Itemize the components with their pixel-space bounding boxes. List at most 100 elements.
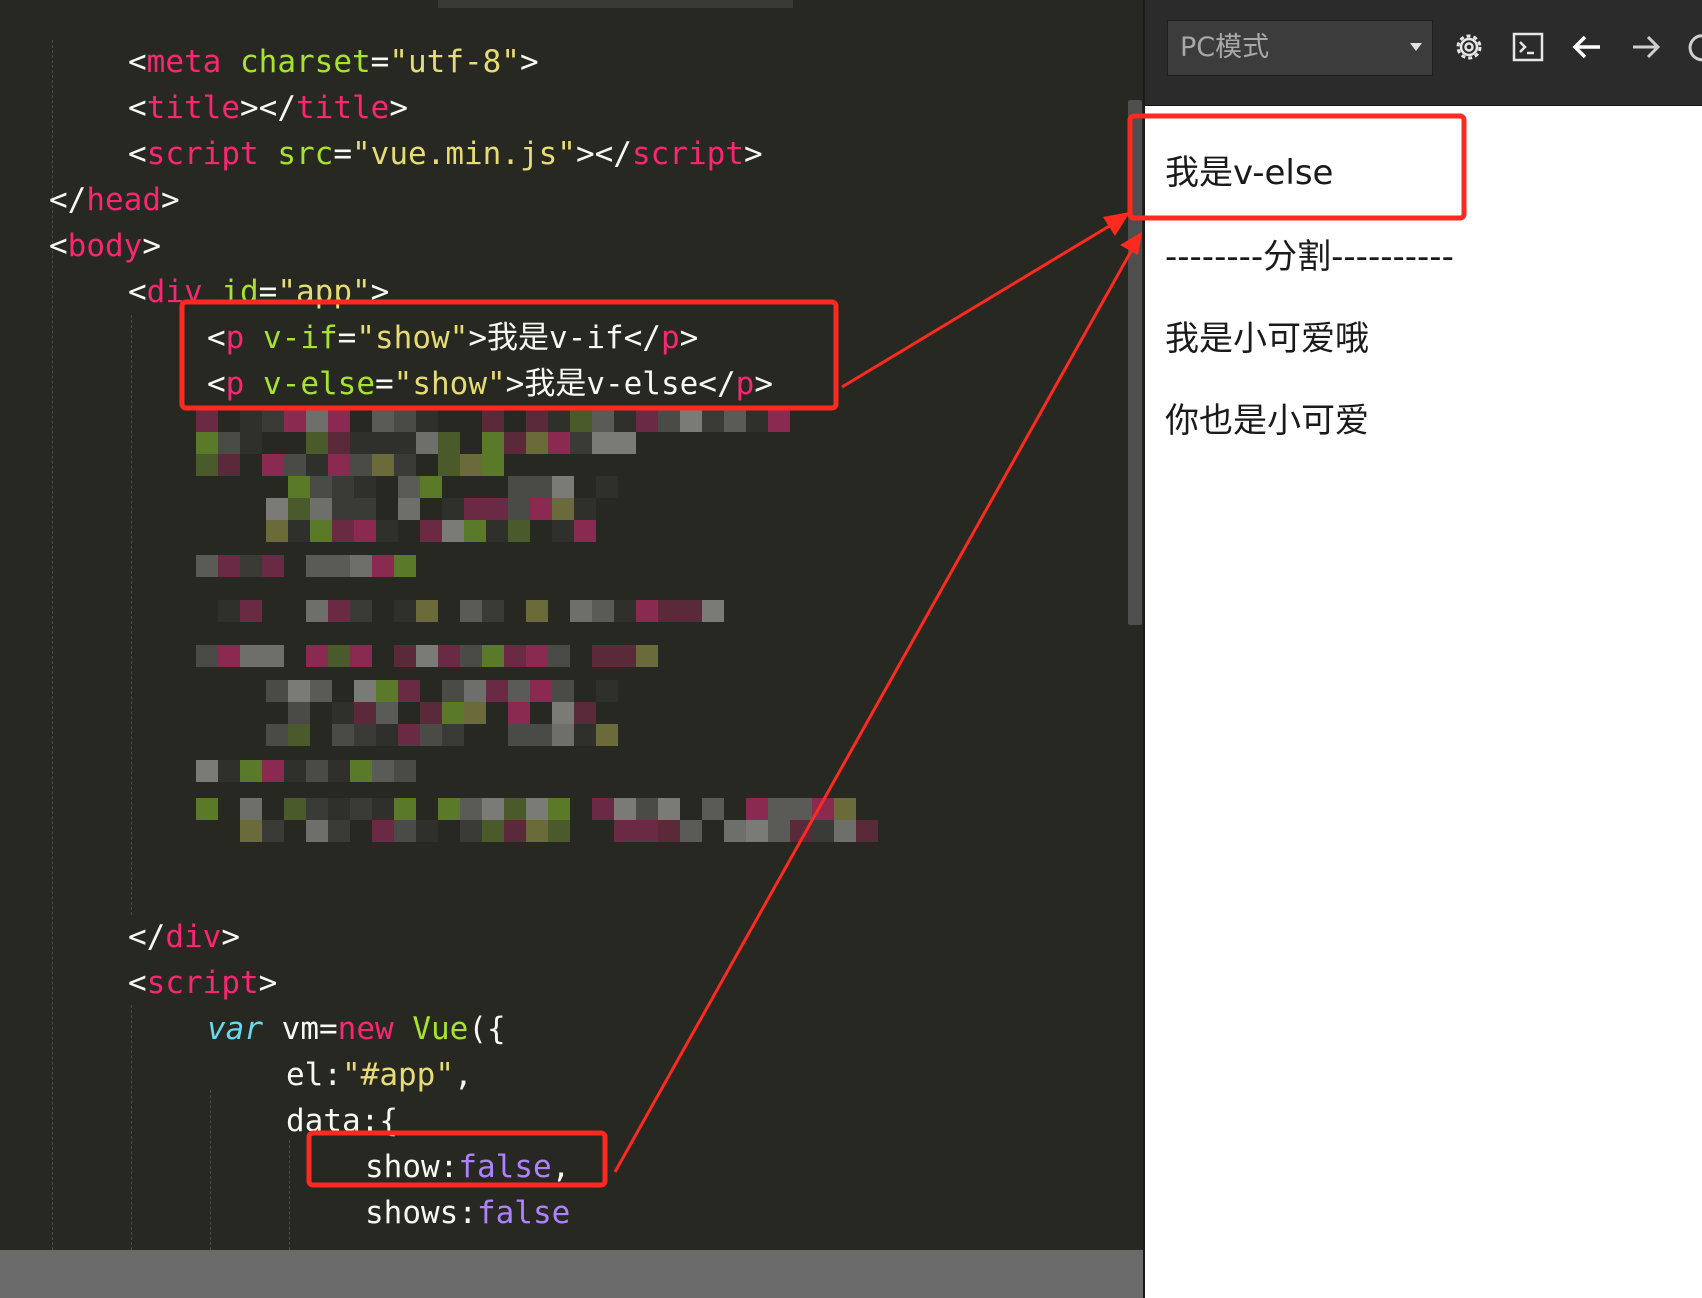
code-token: = — [337, 320, 357, 356]
code-line[interactable]: data:{ — [286, 1099, 398, 1143]
code-token: title — [146, 90, 240, 126]
redaction-pixel — [746, 410, 768, 432]
redaction-pixel — [394, 645, 416, 667]
indent-guide — [210, 1090, 211, 1250]
redaction-pixel — [482, 600, 504, 622]
code-editor[interactable]: <meta charset="utf-8"> <title></title> <… — [0, 0, 1143, 1250]
redaction-pixel — [460, 820, 482, 842]
code-line[interactable]: el:"#app", — [286, 1053, 473, 1097]
redaction-pixel — [288, 476, 310, 498]
redaction-pixel — [218, 645, 240, 667]
indent-guide — [289, 1140, 290, 1250]
code-token: = — [258, 274, 278, 310]
code-token: </ — [49, 182, 87, 218]
redaction-pixel — [636, 410, 658, 432]
redaction-pixel — [262, 820, 284, 842]
code-line[interactable]: </div> — [128, 915, 240, 959]
redaction-pixel — [328, 760, 350, 782]
redaction-pixel — [834, 820, 856, 842]
code-token: = — [370, 44, 390, 80]
redaction-pixel — [526, 798, 548, 820]
redaction-pixel — [592, 798, 614, 820]
redaction-pixel — [504, 432, 526, 454]
code-line[interactable]: <body> — [49, 224, 161, 268]
redaction-pixel — [288, 498, 310, 520]
redaction-pixel — [548, 645, 570, 667]
redaction-pixel — [442, 680, 464, 702]
code-token: < — [128, 274, 147, 310]
code-line[interactable]: <script src="vue.min.js"></script> — [128, 132, 763, 176]
redaction-pixel — [398, 724, 420, 746]
code-line[interactable]: <title></title> — [128, 86, 408, 130]
redaction-pixel — [284, 454, 306, 476]
editor-tab-strip[interactable] — [438, 0, 793, 8]
redaction-pixel — [464, 680, 486, 702]
redaction-pixel — [724, 820, 746, 842]
redaction-pixel — [350, 798, 372, 820]
refresh-icon[interactable] — [1685, 30, 1702, 64]
redaction-pixel — [574, 702, 596, 724]
editor-scrollbar[interactable] — [1128, 100, 1142, 625]
redaction-pixel — [372, 454, 394, 476]
code-token: p — [660, 320, 680, 356]
redaction-pixel — [306, 645, 328, 667]
code-token: id — [221, 274, 259, 310]
code-line[interactable]: var vm=new Vue({ — [207, 1007, 506, 1051]
indent-guide — [131, 1005, 132, 1250]
redaction-pixel — [636, 820, 658, 842]
redaction-pixel — [306, 454, 328, 476]
code-line[interactable]: <p v-if="show">我是v-if</p> — [207, 316, 698, 360]
redaction-pixel — [332, 702, 354, 724]
code-token: body — [67, 228, 143, 264]
code-token: < — [128, 136, 147, 172]
redaction-pixel — [420, 724, 442, 746]
code-line[interactable]: show:false, — [365, 1145, 570, 1189]
arrow-right-icon[interactable] — [1629, 30, 1663, 64]
code-token: > — [258, 965, 278, 1001]
redaction-pixel — [680, 410, 702, 432]
preview-toolbar: PC模式 — [1145, 0, 1702, 106]
redaction-pixel — [372, 820, 394, 842]
redaction-pixel — [680, 600, 702, 622]
redaction-pixel — [332, 476, 354, 498]
redaction-pixel — [460, 454, 482, 476]
terminal-icon[interactable] — [1511, 30, 1545, 64]
redaction-pixel — [240, 432, 262, 454]
code-token: meta — [146, 44, 222, 80]
redaction-pixel — [420, 476, 442, 498]
code-token: < — [207, 320, 226, 356]
redaction-pixel — [702, 600, 724, 622]
code-token: script — [146, 136, 259, 172]
redaction-pixel — [240, 600, 262, 622]
gear-icon[interactable] — [1452, 30, 1486, 64]
redaction-pixel — [526, 600, 548, 622]
mode-select[interactable]: PC模式 — [1167, 20, 1433, 76]
code-line[interactable]: <meta charset="utf-8"> — [128, 40, 539, 84]
code-line[interactable]: <script> — [128, 961, 277, 1005]
redaction-pixel — [394, 432, 416, 454]
code-line[interactable]: <div id="app"> — [128, 270, 389, 314]
redaction-pixel — [398, 680, 420, 702]
redaction-pixel — [812, 820, 834, 842]
redaction-pixel — [416, 820, 438, 842]
redaction-pixel — [658, 600, 680, 622]
code-token: new — [337, 1011, 394, 1047]
preview-text-line-4: 你也是小可爱 — [1165, 401, 1369, 441]
code-token: script — [146, 965, 259, 1001]
code-line[interactable]: </head> — [49, 178, 180, 222]
redaction-pixel — [372, 555, 394, 577]
redaction-pixel — [680, 820, 702, 842]
redaction-pixel — [196, 432, 218, 454]
code-line[interactable]: shows:false — [365, 1191, 570, 1235]
redaction-pixel — [592, 600, 614, 622]
redaction-pixel — [328, 432, 350, 454]
code-line[interactable]: <p v-else="show">我是v-else</p> — [207, 362, 773, 406]
code-token: charset — [240, 44, 371, 80]
redaction-pixel — [288, 680, 310, 702]
code-token: "utf-8" — [389, 44, 520, 80]
arrow-left-icon[interactable] — [1570, 30, 1604, 64]
redaction-pixel — [460, 600, 482, 622]
